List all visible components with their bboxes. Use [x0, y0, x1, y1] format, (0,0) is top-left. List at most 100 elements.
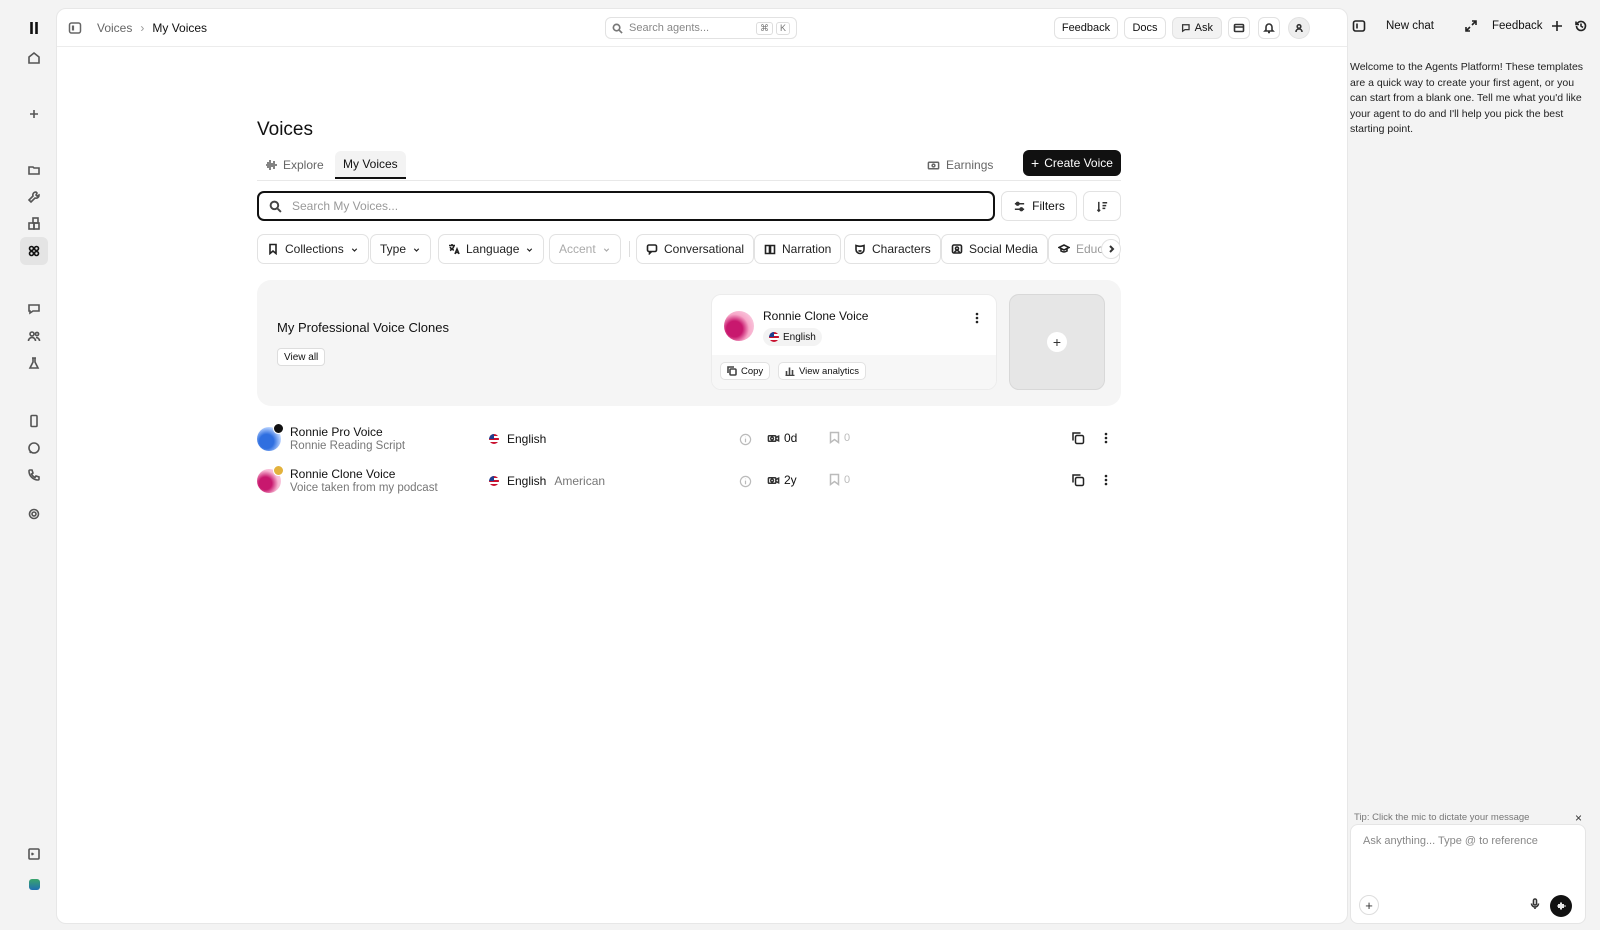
home-icon[interactable]	[20, 44, 48, 72]
info-icon[interactable]	[739, 475, 752, 488]
chip-characters[interactable]: Characters	[844, 234, 941, 264]
copy-icon[interactable]	[1071, 473, 1085, 487]
assistant-welcome-message: Welcome to the Agents Platform! These te…	[1350, 61, 1584, 135]
terminal-icon[interactable]	[20, 840, 48, 868]
create-voice-label: Create Voice	[1044, 156, 1113, 170]
phone-device-icon[interactable]	[20, 407, 48, 435]
new-chat-button[interactable]: New chat	[1386, 20, 1434, 32]
copy-icon[interactable]	[1071, 431, 1085, 445]
info-icon[interactable]	[739, 433, 752, 446]
docs-button[interactable]: Docs	[1124, 17, 1166, 39]
sort-button[interactable]	[1083, 191, 1121, 221]
left-rail	[12, 8, 56, 924]
voice-saves-count: 0	[844, 431, 851, 444]
settings-icon[interactable]	[20, 500, 48, 528]
voice-row[interactable]: Ronnie Pro Voice Ronnie Reading Script E…	[257, 421, 1121, 457]
add-voice-clone-card[interactable]: +	[1009, 294, 1105, 390]
chat-feedback-button[interactable]: Feedback	[1492, 20, 1543, 32]
page-title: Voices	[257, 119, 313, 140]
voice-saves: 0	[829, 473, 850, 486]
more-vertical-icon[interactable]	[1099, 473, 1113, 487]
users-icon[interactable]	[20, 322, 48, 350]
workspace-avatar[interactable]	[20, 870, 48, 898]
add-icon[interactable]	[20, 100, 48, 128]
create-voice-button[interactable]: + Create Voice	[1023, 150, 1121, 176]
voices-icon[interactable]	[20, 237, 48, 265]
search-shortcut: ⌘ K	[755, 21, 790, 35]
graduation-cap-icon	[1058, 244, 1070, 253]
view-all-button[interactable]: View all	[277, 348, 326, 366]
folder-icon[interactable]	[20, 156, 48, 184]
breadcrumb: Voices › My Voices	[97, 21, 207, 35]
breadcrumb-voices[interactable]: Voices	[97, 21, 132, 35]
ask-button[interactable]: Ask	[1172, 17, 1222, 39]
voice-age-icon	[767, 476, 780, 484]
voice-card[interactable]: Ronnie Clone Voice English Copy View ana	[711, 294, 997, 390]
wrench-icon[interactable]	[20, 183, 48, 211]
chip-accent: Accent	[549, 234, 621, 264]
profile-avatar[interactable]	[1288, 17, 1310, 39]
flask-icon[interactable]	[20, 349, 48, 377]
my-voices-search-placeholder: Search My Voices...	[292, 199, 399, 213]
more-vertical-icon[interactable]	[1099, 431, 1113, 445]
chip-language-label: Language	[466, 242, 520, 256]
chevron-down-icon	[603, 247, 609, 252]
chip-conversational-label: Conversational	[664, 242, 745, 256]
voice-accent: American	[554, 474, 606, 488]
social-icon	[951, 244, 963, 254]
copy-button[interactable]: Copy	[720, 362, 771, 380]
close-tip-icon[interactable]: ×	[1575, 812, 1582, 824]
phone-call-icon[interactable]	[20, 461, 48, 489]
voice-age-icon	[767, 434, 780, 442]
filters-button[interactable]: Filters	[1001, 191, 1077, 221]
bar-chart-icon	[785, 367, 795, 376]
bookmark-icon	[829, 473, 840, 486]
agents-search-input[interactable]: Search agents... ⌘ K	[605, 17, 797, 39]
voice-mode-button[interactable]	[1550, 895, 1572, 917]
mic-tip: Tip: Click the mic to dictate your messa…	[1354, 812, 1582, 824]
more-vertical-icon[interactable]	[970, 311, 984, 325]
add-chat-icon[interactable]	[1550, 19, 1564, 33]
voice-age: 0d	[767, 431, 797, 445]
copy-icon	[727, 366, 737, 376]
inbox-icon	[1233, 23, 1245, 33]
mic-tip-text: Tip: Click the mic to dictate your messa…	[1354, 812, 1530, 823]
inbox-button[interactable]	[1228, 17, 1250, 39]
view-analytics-button[interactable]: View analytics	[778, 362, 867, 380]
tab-my-voices[interactable]: My Voices	[335, 151, 406, 179]
feedback-button[interactable]: Feedback	[1054, 17, 1118, 39]
chip-language[interactable]: Language	[438, 234, 545, 264]
chip-collections[interactable]: Collections	[257, 234, 369, 264]
notifications-button[interactable]	[1258, 17, 1280, 39]
expand-icon[interactable]	[1464, 19, 1478, 33]
chip-type-label: Type	[380, 242, 407, 256]
chat-bubble-icon	[646, 244, 658, 255]
voice-row[interactable]: Ronnie Clone Voice Voice taken from my p…	[257, 463, 1121, 499]
attach-button[interactable]: +	[1359, 895, 1379, 915]
logo-icon[interactable]	[20, 14, 48, 42]
chip-type[interactable]: Type	[370, 234, 432, 264]
chip-social-media[interactable]: Social Media	[941, 234, 1048, 264]
earnings-link[interactable]: Earnings	[927, 151, 993, 179]
my-voices-search-input[interactable]: Search My Voices...	[257, 191, 995, 221]
voice-tabs: Explore My Voices Earnings + Create Voic…	[257, 150, 1121, 181]
chips-next-button[interactable]	[1101, 239, 1121, 259]
voice-avatar	[724, 311, 754, 341]
voice-age-value: 0d	[784, 431, 798, 445]
breadcrumb-my-voices: My Voices	[152, 21, 208, 35]
whatsapp-icon[interactable]	[20, 434, 48, 462]
filters-label: Filters	[1032, 199, 1065, 213]
integrations-icon[interactable]	[20, 210, 48, 238]
sidebar-toggle-icon[interactable]	[67, 20, 83, 36]
chip-narration[interactable]: Narration	[754, 234, 842, 264]
panel-toggle-icon[interactable]	[1352, 19, 1366, 33]
conversations-icon[interactable]	[20, 295, 48, 323]
tab-explore[interactable]: Explore	[257, 151, 332, 179]
history-icon[interactable]	[1574, 19, 1588, 33]
mic-icon[interactable]	[1529, 898, 1543, 912]
us-flag-icon	[489, 476, 499, 486]
chip-conversational[interactable]: Conversational	[636, 234, 755, 264]
chat-input[interactable]: Ask anything... Type @ to reference +	[1350, 824, 1586, 924]
bookmark-icon	[829, 431, 840, 444]
earnings-label: Earnings	[946, 158, 994, 172]
